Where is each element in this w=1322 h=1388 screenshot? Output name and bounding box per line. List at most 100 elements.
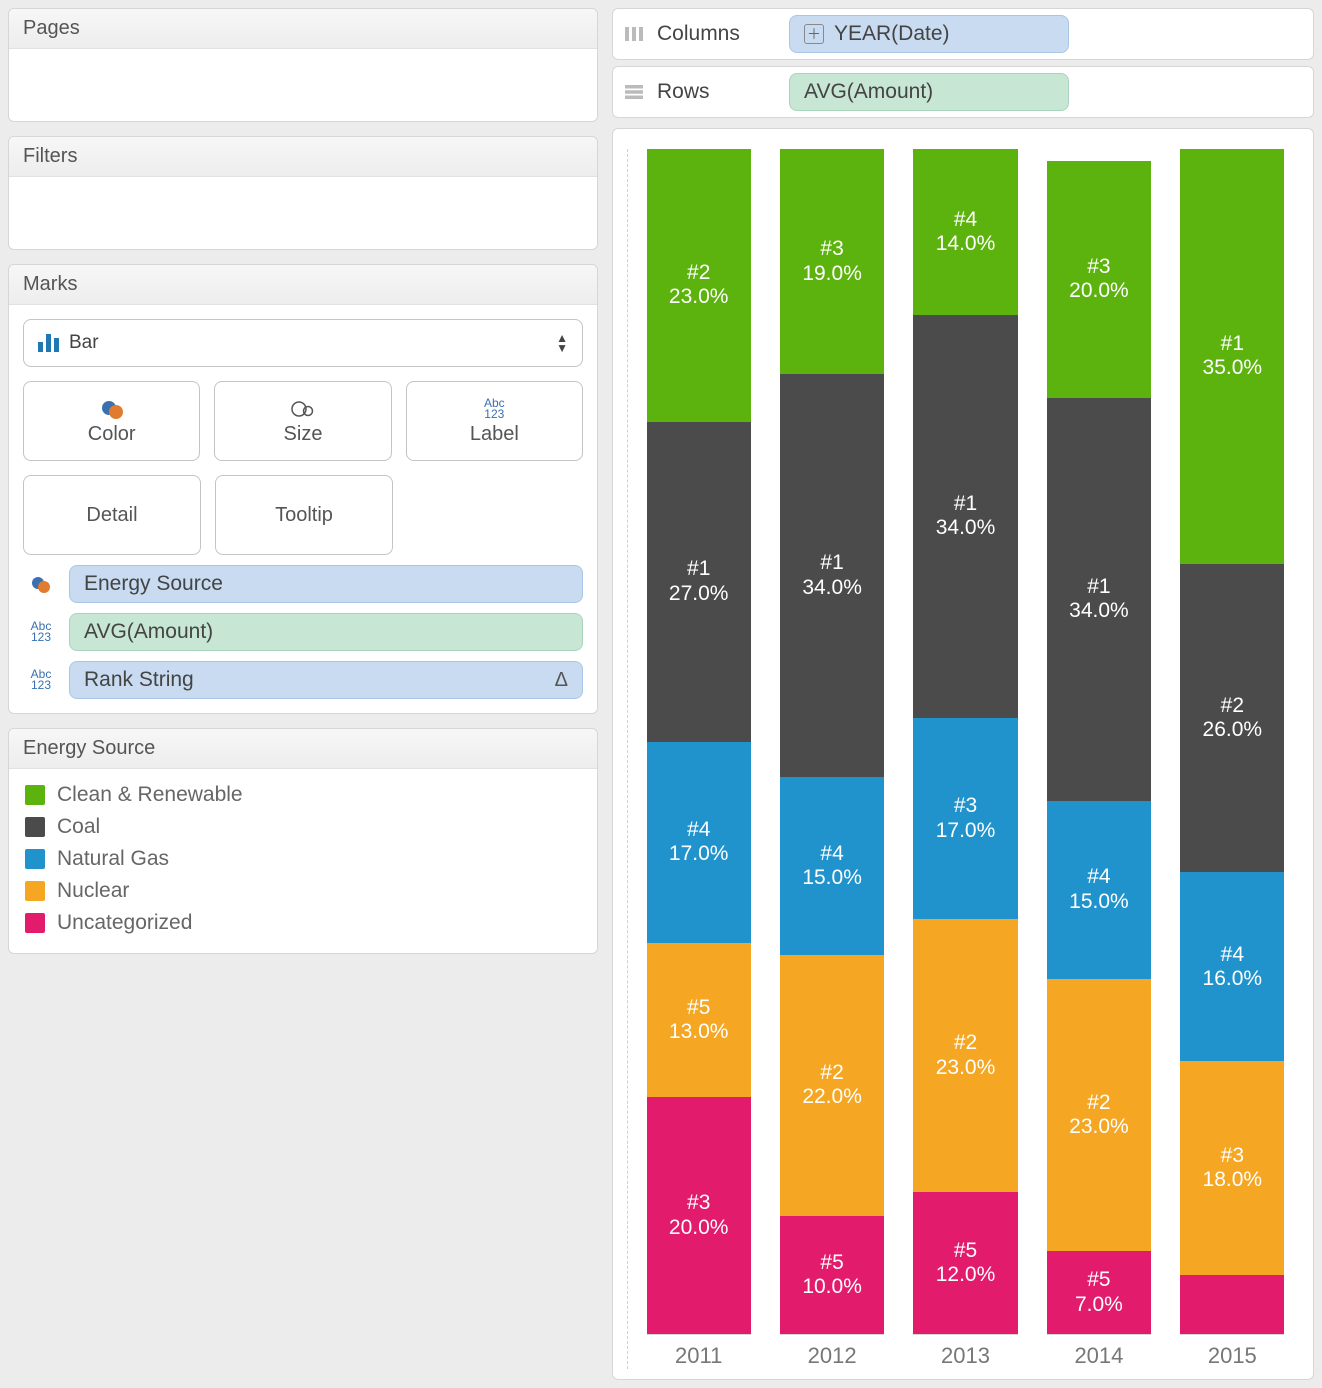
segment-pct-label: 20.0% [669,1216,729,1240]
rows-shelf[interactable]: Rows AVG(Amount) [612,66,1314,118]
x-axis-label: 2015 [1208,1335,1257,1369]
chart-column: #319.0%#134.0%#415.0%#222.0%#510.0%2012 [765,149,898,1369]
mark-type-select[interactable]: Bar ▲▼ [23,319,583,367]
chart-column: #135.0%#226.0%#416.0%#318.0%2015 [1166,149,1299,1369]
chart-segment[interactable]: #513.0% [647,943,751,1097]
marks-label-button[interactable]: Abc123 Label [406,381,583,461]
segment-rank-label: #5 [687,996,710,1020]
filters-dropzone[interactable] [9,177,597,249]
chart-segment[interactable]: #134.0% [1047,398,1151,801]
chart-column: #223.0%#127.0%#417.0%#513.0%#320.0%2011 [632,149,765,1369]
expand-icon[interactable]: ＋ [804,24,824,44]
legend-swatch [25,913,45,933]
legend-item[interactable]: Coal [25,811,581,843]
segment-rank-label: #1 [1221,332,1244,356]
segment-pct-label: 19.0% [802,262,862,286]
rows-pill[interactable]: AVG(Amount) [789,73,1069,111]
color-icon [100,397,124,421]
legend-item[interactable]: Natural Gas [25,843,581,875]
legend-label: Nuclear [57,879,129,903]
chart-segment[interactable]: #512.0% [913,1192,1017,1334]
legend-label: Clean & Renewable [57,783,243,807]
segment-pct-label: 23.0% [669,285,729,309]
segment-pct-label: 35.0% [1203,356,1263,380]
chart-segment[interactable]: #223.0% [913,919,1017,1192]
chart-segment[interactable]: #415.0% [780,777,884,955]
segment-rank-label: #4 [1087,865,1110,889]
segment-pct-label: 18.0% [1203,1168,1263,1192]
pill-text: AVG(Amount) [84,620,213,644]
viz-panel: #223.0%#127.0%#417.0%#513.0%#320.0%2011#… [612,128,1314,1380]
chart-segment[interactable]: #320.0% [647,1097,751,1334]
chart-segment[interactable]: #510.0% [780,1216,884,1335]
marks-label-pill-rank[interactable]: Rank String Δ [69,661,583,699]
marks-label-label: Label [470,423,519,446]
legend-item[interactable]: Clean & Renewable [25,779,581,811]
marks-color-pill[interactable]: Energy Source [69,565,583,603]
columns-pill[interactable]: ＋ YEAR(Date) [789,15,1069,53]
marks-detail-button[interactable]: Detail [23,475,201,555]
columns-icon [623,26,645,42]
marks-label-pill-avg[interactable]: AVG(Amount) [69,613,583,651]
segment-pct-label: 26.0% [1203,718,1263,742]
chart-segment[interactable]: #127.0% [647,422,751,742]
segment-rank-label: #1 [1087,575,1110,599]
segment-rank-label: #1 [687,557,710,581]
legend-item[interactable]: Uncategorized [25,907,581,939]
pill-text: Energy Source [84,572,223,596]
segment-pct-label: 23.0% [936,1056,996,1080]
marks-header: Marks [9,265,597,305]
chart-segment[interactable]: #135.0% [1180,149,1284,564]
segment-pct-label: 27.0% [669,582,729,606]
marks-detail-label: Detail [86,504,137,527]
stacked-bar-chart: #223.0%#127.0%#417.0%#513.0%#320.0%2011#… [632,149,1299,1369]
chart-segment[interactable] [1180,1275,1284,1334]
segment-pct-label: 17.0% [669,842,729,866]
chart-segment[interactable]: #223.0% [647,149,751,422]
segment-pct-label: 16.0% [1203,967,1263,991]
filters-panel: Filters [8,136,598,250]
marks-size-button[interactable]: Size [214,381,391,461]
segment-rank-label: #4 [954,208,977,232]
bar-chart-icon [38,334,59,352]
chart-segment[interactable]: #134.0% [913,315,1017,718]
chart-segment[interactable]: #223.0% [1047,979,1151,1252]
segment-rank-label: #3 [1087,255,1110,279]
legend-label: Coal [57,815,100,839]
chart-bar[interactable]: #414.0%#134.0%#317.0%#223.0%#512.0% [913,149,1017,1335]
chart-segment[interactable]: #134.0% [780,374,884,777]
segment-pct-label: 34.0% [936,516,996,540]
chart-segment[interactable]: #318.0% [1180,1061,1284,1274]
chart-segment[interactable]: #415.0% [1047,801,1151,979]
chart-segment[interactable]: #414.0% [913,149,1017,315]
chart-segment[interactable]: #320.0% [1047,161,1151,398]
chart-segment[interactable]: #222.0% [780,955,884,1216]
legend-swatch [25,849,45,869]
delta-icon: Δ [555,669,568,692]
marks-color-button[interactable]: Color [23,381,200,461]
segment-pct-label: 22.0% [802,1085,862,1109]
marks-tooltip-button[interactable]: Tooltip [215,475,393,555]
chart-segment[interactable]: #57.0% [1047,1251,1151,1334]
segment-rank-label: #1 [954,492,977,516]
chart-segment[interactable]: #417.0% [647,742,751,943]
chart-segment[interactable]: #416.0% [1180,872,1284,1062]
segment-rank-label: #2 [820,1061,843,1085]
chart-bar[interactable]: #319.0%#134.0%#415.0%#222.0%#510.0% [780,149,884,1335]
chart-segment[interactable]: #317.0% [913,718,1017,919]
marks-panel: Marks Bar ▲▼ Color [8,264,598,714]
segment-rank-label: #2 [954,1031,977,1055]
chart-segment[interactable]: #319.0% [780,149,884,374]
marks-tooltip-label: Tooltip [275,504,333,527]
columns-shelf[interactable]: Columns ＋ YEAR(Date) [612,8,1314,60]
pages-dropzone[interactable] [9,49,597,121]
chart-segment[interactable]: #226.0% [1180,564,1284,872]
segment-pct-label: 20.0% [1069,279,1129,303]
chart-bar[interactable]: #320.0%#134.0%#415.0%#223.0%#57.0% [1047,149,1151,1335]
legend-item[interactable]: Nuclear [25,875,581,907]
legend-panel: Energy Source Clean & RenewableCoalNatur… [8,728,598,954]
chart-bar[interactable]: #223.0%#127.0%#417.0%#513.0%#320.0% [647,149,751,1335]
chart-bar[interactable]: #135.0%#226.0%#416.0%#318.0% [1180,149,1284,1335]
segment-rank-label: #3 [1221,1144,1244,1168]
x-axis-label: 2011 [675,1335,722,1369]
